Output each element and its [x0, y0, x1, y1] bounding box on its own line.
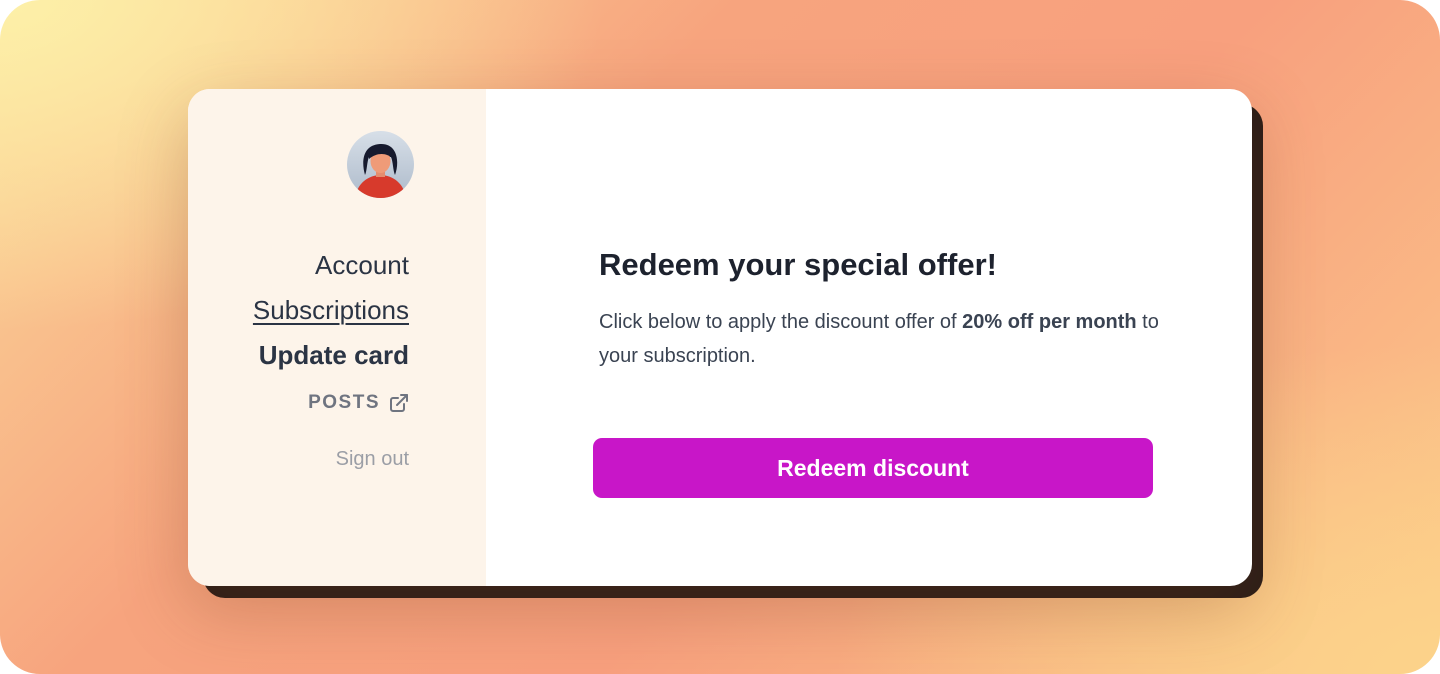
sidebar: Account Subscriptions Update card POSTS …: [188, 89, 486, 586]
external-link-icon: [390, 394, 408, 412]
nav-subscriptions-link[interactable]: Subscriptions: [253, 294, 409, 326]
sign-out-link[interactable]: Sign out: [336, 443, 409, 475]
nav-posts-label: POSTS: [308, 392, 380, 413]
offer-desc-prefix: Click below to apply the discount offer …: [599, 311, 963, 333]
nav-posts-link[interactable]: POSTS: [308, 387, 409, 419]
redeem-discount-button[interactable]: Redeem discount: [593, 438, 1153, 498]
offer-description: Click below to apply the discount offer …: [599, 305, 1159, 373]
account-card: Account Subscriptions Update card POSTS …: [188, 89, 1252, 586]
user-avatar-icon[interactable]: [347, 131, 414, 198]
gradient-backdrop: Account Subscriptions Update card POSTS …: [0, 0, 1440, 674]
offer-title: Redeem your special offer!: [599, 247, 997, 282]
nav-update-card-link[interactable]: Update card: [259, 339, 409, 371]
offer-discount-amount: 20% off per month: [962, 311, 1137, 333]
nav-account-link[interactable]: Account: [315, 249, 409, 281]
offer-panel: Redeem your special offer! Click below t…: [486, 89, 1252, 586]
